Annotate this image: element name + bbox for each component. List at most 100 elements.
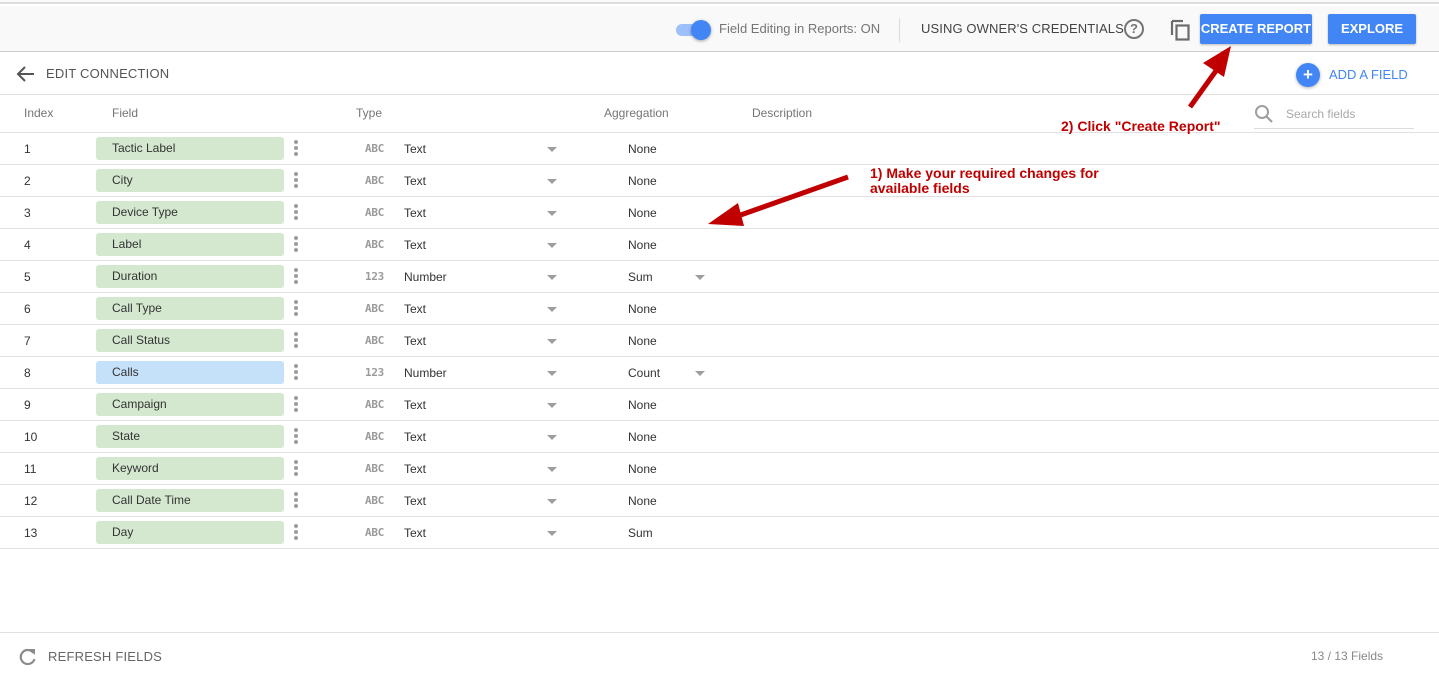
type-select[interactable]: Text <box>404 206 426 220</box>
type-select[interactable]: Text <box>404 238 426 252</box>
aggregation-value: None <box>628 334 657 348</box>
field-name-chip[interactable]: Call Date Time <box>96 489 284 512</box>
top-strip <box>0 0 1439 4</box>
row-index: 2 <box>24 174 31 188</box>
help-icon[interactable]: ? <box>1124 19 1144 39</box>
type-select[interactable]: Number <box>404 366 447 380</box>
header-aggregation: Aggregation <box>604 106 669 120</box>
field-name-chip[interactable]: Call Status <box>96 329 284 352</box>
type-select[interactable]: Text <box>404 430 426 444</box>
type-select[interactable]: Text <box>404 174 426 188</box>
number-type-icon: 123 <box>365 270 384 283</box>
table-row: 12 Call Date Time ABC Text None <box>0 485 1439 517</box>
aggregation-value[interactable]: Count <box>628 366 660 380</box>
more-vert-icon[interactable] <box>292 364 300 382</box>
type-dropdown-icon[interactable] <box>547 371 557 376</box>
aggregation-value: None <box>628 494 657 508</box>
type-dropdown-icon[interactable] <box>547 243 557 248</box>
type-select[interactable]: Text <box>404 526 426 540</box>
field-editing-toggle[interactable] <box>676 20 712 40</box>
type-dropdown-icon[interactable] <box>547 467 557 472</box>
text-type-icon: ABC <box>365 142 384 155</box>
type-dropdown-icon[interactable] <box>547 435 557 440</box>
field-name-chip[interactable]: Day <box>96 521 284 544</box>
more-vert-icon[interactable] <box>292 460 300 478</box>
field-name-chip[interactable]: Call Type <box>96 297 284 320</box>
more-vert-icon[interactable] <box>292 396 300 414</box>
field-count: 13 / 13 Fields <box>1311 649 1384 663</box>
row-index: 4 <box>24 238 31 252</box>
copy-icon[interactable] <box>1169 18 1191 42</box>
text-type-icon: ABC <box>365 398 384 411</box>
aggregation-dropdown-icon[interactable] <box>695 371 705 376</box>
type-select[interactable]: Text <box>404 142 426 156</box>
type-dropdown-icon[interactable] <box>547 403 557 408</box>
type-dropdown-icon[interactable] <box>547 275 557 280</box>
type-select[interactable]: Text <box>404 494 426 508</box>
more-vert-icon[interactable] <box>292 332 300 350</box>
table-row: 9 Campaign ABC Text None <box>0 389 1439 421</box>
text-type-icon: ABC <box>365 462 384 475</box>
header-index: Index <box>24 106 54 120</box>
explore-button[interactable]: EXPLORE <box>1328 14 1416 44</box>
field-name-chip[interactable]: Duration <box>96 265 284 288</box>
type-dropdown-icon[interactable] <box>547 147 557 152</box>
field-name-chip[interactable]: Label <box>96 233 284 256</box>
more-vert-icon[interactable] <box>292 268 300 286</box>
type-dropdown-icon[interactable] <box>547 499 557 504</box>
type-select[interactable]: Number <box>404 270 447 284</box>
type-select[interactable]: Text <box>404 398 426 412</box>
table-row: 10 State ABC Text None <box>0 421 1439 453</box>
field-name-chip[interactable]: Device Type <box>96 201 284 224</box>
more-vert-icon[interactable] <box>292 428 300 446</box>
row-index: 8 <box>24 366 31 380</box>
refresh-fields-label: REFRESH FIELDS <box>48 649 163 664</box>
more-vert-icon[interactable] <box>292 492 300 510</box>
create-report-button[interactable]: CREATE REPORT <box>1200 14 1312 44</box>
field-name-chip[interactable]: Calls <box>96 361 284 384</box>
type-dropdown-icon[interactable] <box>547 211 557 216</box>
field-name-chip[interactable]: State <box>96 425 284 448</box>
search-fields <box>1254 104 1414 129</box>
more-vert-icon[interactable] <box>292 140 300 158</box>
type-dropdown-icon[interactable] <box>547 339 557 344</box>
row-index: 9 <box>24 398 31 412</box>
type-select[interactable]: Text <box>404 334 426 348</box>
type-dropdown-icon[interactable] <box>547 531 557 536</box>
arrow-back-icon[interactable] <box>16 65 36 83</box>
row-index: 11 <box>24 462 37 476</box>
more-vert-icon[interactable] <box>292 172 300 190</box>
credentials-button[interactable]: USING OWNER'S CREDENTIALS <box>921 21 1124 36</box>
more-vert-icon[interactable] <box>292 204 300 222</box>
edit-connection-link[interactable]: EDIT CONNECTION <box>46 66 169 81</box>
table-header: Index Field Type Aggregation Description <box>0 95 1439 133</box>
table-row: 7 Call Status ABC Text None <box>0 325 1439 357</box>
field-name-chip[interactable]: City <box>96 169 284 192</box>
row-index: 3 <box>24 206 31 220</box>
text-type-icon: ABC <box>365 430 384 443</box>
aggregation-value: None <box>628 238 657 252</box>
type-dropdown-icon[interactable] <box>547 307 557 312</box>
toggle-knob <box>691 20 711 40</box>
more-vert-icon[interactable] <box>292 300 300 318</box>
type-select[interactable]: Text <box>404 302 426 316</box>
field-name-chip[interactable]: Campaign <box>96 393 284 416</box>
more-vert-icon[interactable] <box>292 236 300 254</box>
row-index: 13 <box>24 526 38 540</box>
type-select[interactable]: Text <box>404 462 426 476</box>
more-vert-icon[interactable] <box>292 524 300 542</box>
aggregation-value: None <box>628 462 657 476</box>
toolbar-divider <box>899 18 900 42</box>
row-index: 1 <box>24 142 31 156</box>
table-row: 6 Call Type ABC Text None <box>0 293 1439 325</box>
table-row: 2 City ABC Text None <box>0 165 1439 197</box>
table-row: 8 Calls 123 Number Count <box>0 357 1439 389</box>
field-name-chip[interactable]: Keyword <box>96 457 284 480</box>
type-dropdown-icon[interactable] <box>547 179 557 184</box>
field-name-chip[interactable]: Tactic Label <box>96 137 284 160</box>
aggregation-dropdown-icon[interactable] <box>695 275 705 280</box>
search-fields-input[interactable] <box>1286 106 1411 122</box>
aggregation-value[interactable]: Sum <box>628 270 653 284</box>
table-row: 4 Label ABC Text None <box>0 229 1439 261</box>
row-index: 7 <box>24 334 31 348</box>
